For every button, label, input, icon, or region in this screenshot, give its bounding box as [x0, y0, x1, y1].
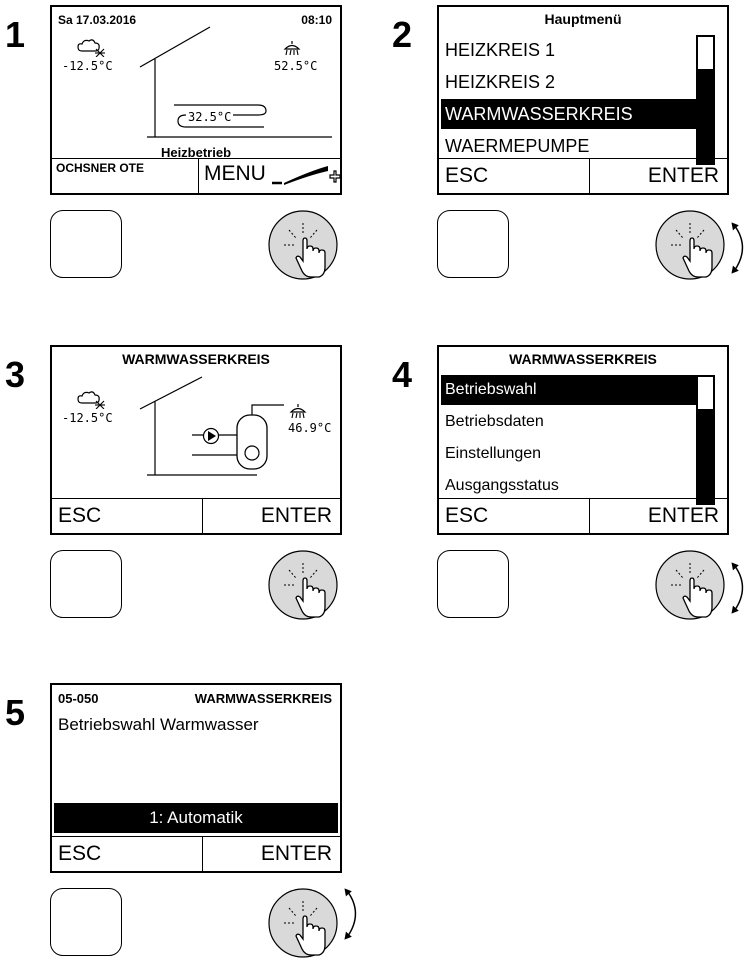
left-button[interactable]: [50, 888, 122, 956]
menu-item-selected[interactable]: WARMWASSERKREIS: [441, 99, 699, 129]
menu-item[interactable]: HEIZKREIS 2: [441, 67, 699, 97]
rotate-arrow-icon: [730, 553, 752, 623]
water-temp: 52.5°C: [274, 59, 318, 73]
volume-slider-icon: [272, 166, 340, 185]
pump-icon: [202, 427, 220, 445]
step-4: 4 WARMWASSERKREIS Betriebswahl Betriebsd…: [392, 345, 742, 635]
water-temp: 46.9°C: [288, 421, 332, 435]
hand-press-icon[interactable]: [267, 205, 347, 285]
parameter-name: Betriebswahl Warmwasser: [58, 715, 259, 734]
menu-item[interactable]: WAERMEPUMPE: [441, 131, 699, 161]
hand-press-icon[interactable]: [654, 205, 734, 285]
cloud-snow-icon: [76, 37, 106, 57]
menu-item[interactable]: Ausgangsstatus: [441, 471, 699, 501]
step-number: 1: [5, 14, 26, 55]
display-screen: WARMWASSERKREIS Betriebswahl Betriebsdat…: [437, 345, 729, 535]
screen-title: WARMWASSERKREIS: [194, 691, 332, 706]
scrollbar[interactable]: [696, 375, 715, 505]
hand-press-icon[interactable]: [267, 883, 347, 963]
step-number: 3: [5, 354, 26, 395]
left-button[interactable]: [50, 210, 122, 278]
softkey-bar: ESC ENTER: [439, 158, 727, 193]
step-number: 5: [5, 692, 26, 733]
menu-item-selected[interactable]: Betriebswahl: [441, 375, 699, 405]
left-button[interactable]: [437, 210, 509, 278]
softkey-bar: ESC ENTER: [439, 498, 727, 533]
menu-item[interactable]: HEIZKREIS 1: [441, 35, 699, 65]
status-bar: OCHSNER OTE MENU: [52, 158, 340, 193]
left-button[interactable]: [437, 550, 509, 618]
menu-label: MENU: [204, 162, 266, 185]
step-number: 4: [392, 354, 413, 395]
enter-softkey[interactable]: ENTER: [261, 499, 332, 533]
esc-softkey[interactable]: ESC: [58, 837, 101, 871]
hand-press-icon[interactable]: [654, 545, 734, 625]
hand-press-icon[interactable]: [267, 545, 347, 625]
parameter-value[interactable]: 1: Automatik: [54, 803, 338, 833]
scrollbar[interactable]: [696, 35, 715, 165]
rotate-arrow-icon: [730, 213, 752, 283]
step-5: 5 05-050 WARMWASSERKREIS Betriebswahl Wa…: [5, 683, 355, 973]
rotate-arrow-icon: [343, 883, 365, 945]
esc-softkey[interactable]: ESC: [445, 499, 488, 533]
enter-softkey[interactable]: ENTER: [648, 159, 719, 193]
outside-temp: -12.5°C: [62, 411, 113, 425]
esc-softkey[interactable]: ESC: [445, 159, 488, 193]
menu-item[interactable]: Einstellungen: [441, 439, 699, 469]
step-3: 3 WARMWASSERKREIS -12.5°C 46.9°C ESC ENT…: [5, 345, 355, 635]
enter-softkey[interactable]: ENTER: [648, 499, 719, 533]
display-screen: 05-050 WARMWASSERKREIS Betriebswahl Warm…: [50, 683, 342, 873]
screen-title: Hauptmenü: [544, 11, 622, 27]
softkey-bar: ESC ENTER: [52, 498, 340, 533]
status-divider: [198, 159, 199, 193]
esc-softkey[interactable]: ESC: [58, 499, 101, 533]
outside-temp: -12.5°C: [62, 59, 113, 73]
display-screen: Hauptmenü HEIZKREIS 1 HEIZKREIS 2 WARMWA…: [437, 5, 729, 195]
step-1: 1 Sa 17.03.2016 08:10 -12.5°C 52.5°C 32.…: [5, 5, 355, 295]
step-number: 2: [392, 14, 413, 55]
left-button[interactable]: [50, 550, 122, 618]
screen-title: WARMWASSERKREIS: [509, 351, 657, 367]
shower-icon: [288, 403, 308, 419]
display-screen: Sa 17.03.2016 08:10 -12.5°C 52.5°C 32.5°…: [50, 5, 342, 195]
softkey-bar: ESC ENTER: [52, 836, 340, 871]
shower-icon: [282, 40, 302, 56]
cloud-snow-icon: [76, 389, 106, 409]
menu-item[interactable]: Betriebsdaten: [441, 407, 699, 437]
brand-label: OCHSNER OTE: [56, 161, 145, 175]
display-screen: WARMWASSERKREIS -12.5°C 46.9°C ESC ENTER: [50, 345, 342, 535]
parameter-code: 05-050: [58, 691, 99, 706]
step-2: 2 Hauptmenü HEIZKREIS 1 HEIZKREIS 2 WARM…: [392, 5, 742, 295]
floor-temp: 32.5°C: [186, 110, 234, 124]
boiler-icon: [236, 414, 268, 470]
enter-softkey[interactable]: ENTER: [261, 837, 332, 871]
